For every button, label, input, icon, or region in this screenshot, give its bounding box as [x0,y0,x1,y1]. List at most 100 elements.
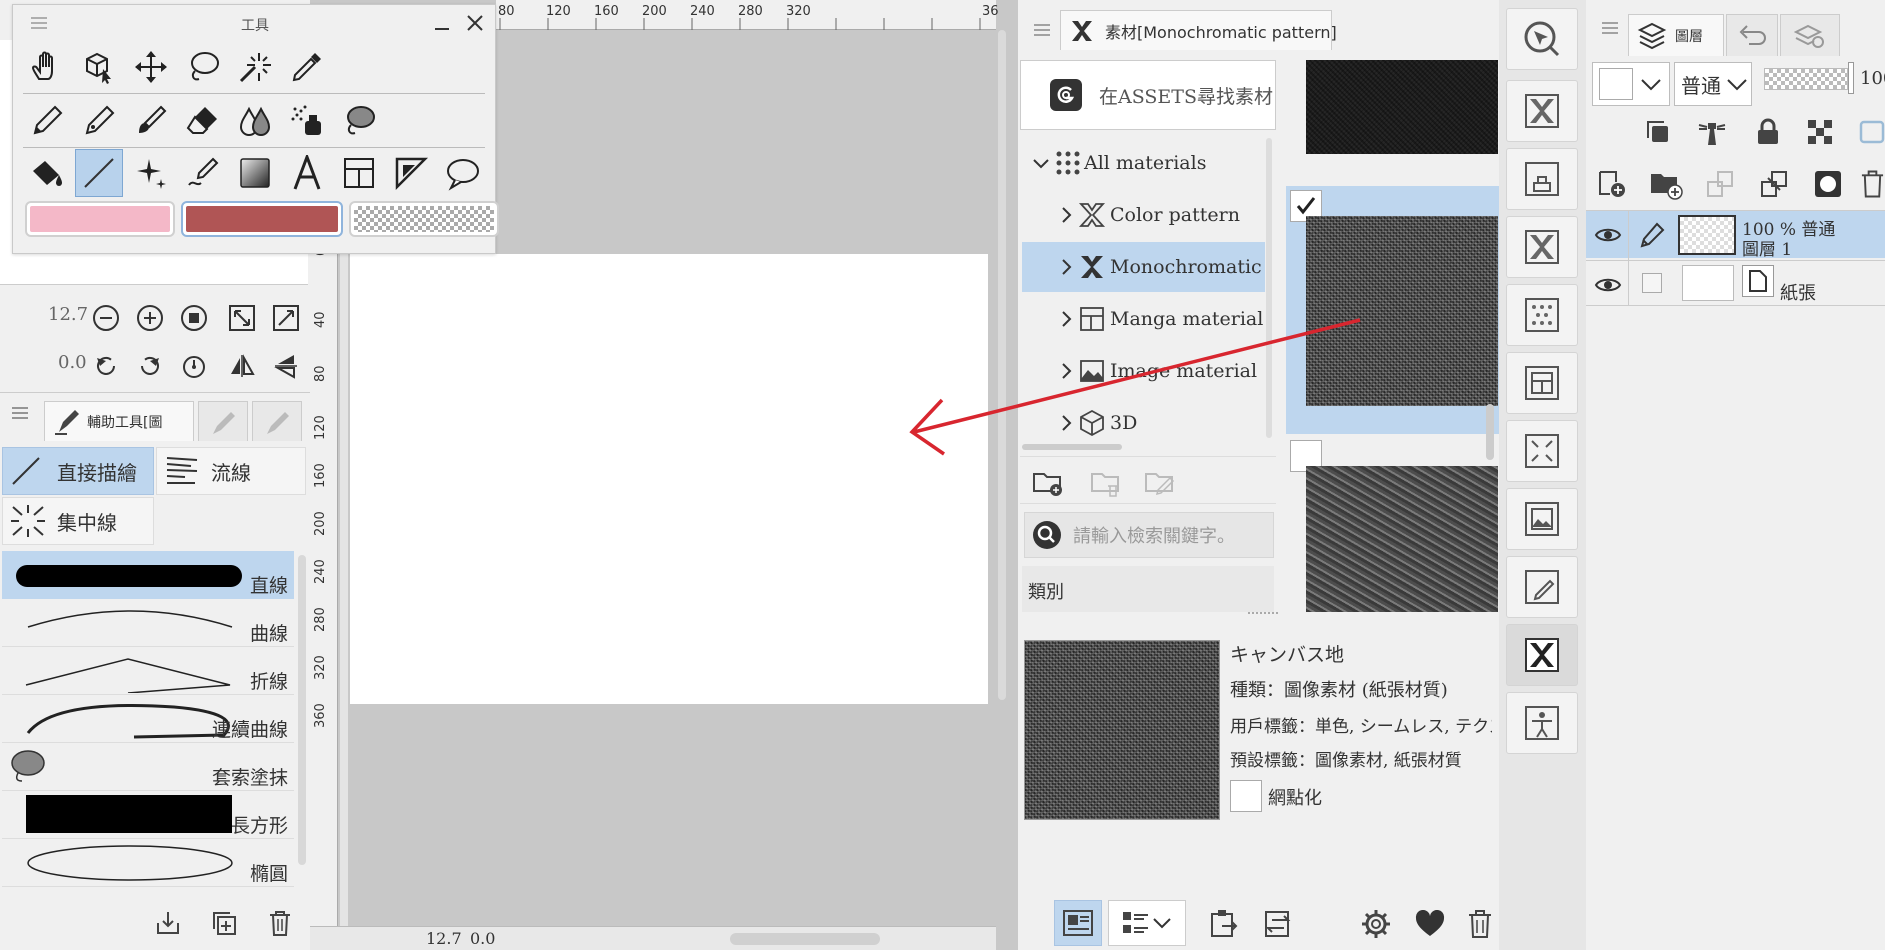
delete-folder-icon[interactable] [1088,465,1124,501]
frame-border-icon[interactable] [335,149,383,197]
eyedropper-icon[interactable] [283,43,331,91]
fit-navigator-icon[interactable] [226,302,258,334]
tree-item-image-material[interactable]: Image material [1022,346,1265,396]
splitter-handle[interactable] [1248,612,1278,618]
import-sub-tool-icon[interactable] [152,907,184,939]
material-thumbnail-1[interactable] [1306,60,1498,154]
group-streamline[interactable]: 流線 [156,447,306,495]
fit-window-icon[interactable] [270,302,302,334]
layer-row-1[interactable]: 100 % 普通 圖層 1 [1586,210,1885,260]
sub-tool-item-ellipse[interactable]: 橢圓 [2,839,294,887]
visibility-eye-icon[interactable] [1592,269,1624,301]
gradient-icon[interactable] [231,149,279,197]
rotate-left-icon[interactable] [90,350,122,382]
tree-horizontal-scrollbar[interactable] [1022,444,1122,450]
delete-material-icon[interactable] [1464,904,1496,944]
eraser-icon[interactable] [179,97,227,145]
main-color-swatch[interactable] [181,201,343,237]
sub-color-swatch[interactable] [25,201,175,237]
correct-line-icon[interactable] [179,149,227,197]
clipping-icon[interactable] [1854,114,1885,150]
combine-layer-icon[interactable] [1754,164,1794,204]
detail-view-icon[interactable] [1054,900,1102,946]
duplicate-sub-tool-icon[interactable] [208,907,240,939]
rename-folder-icon[interactable] [1142,465,1178,501]
layer-tab[interactable]: 圖層 [1628,14,1724,56]
sidebar-3d-material-icon[interactable] [1506,148,1578,210]
list-view-dropdown[interactable] [1108,900,1186,946]
layer-property-tab[interactable] [1780,14,1840,56]
close-icon[interactable] [465,13,485,33]
ruler-tool-icon[interactable] [387,149,435,197]
hand-tool-icon[interactable] [23,43,71,91]
tree-scrollbar[interactable] [1266,138,1272,438]
material-thumbnail-2-selected[interactable] [1286,186,1502,434]
fill-tool-icon[interactable] [23,149,71,197]
new-folder-layer-icon[interactable] [1646,164,1686,204]
horizontal-scrollbar[interactable] [730,933,880,945]
new-folder-icon[interactable] [1030,465,1066,501]
group-focus-lines[interactable]: 集中線 [2,497,154,545]
sidebar-tone-icon[interactable] [1506,284,1578,346]
layer-mask-icon[interactable] [1808,164,1848,204]
visibility-eye-icon[interactable] [1592,219,1624,251]
halftone-checkbox[interactable] [1230,780,1262,812]
object-tool-icon[interactable] [75,43,123,91]
panel-menu-icon[interactable] [1034,24,1050,36]
blend-tool-icon[interactable] [231,97,279,145]
favorite-heart-icon[interactable] [1410,904,1450,944]
layer-row-2[interactable]: 紙張 [1586,260,1885,306]
sidebar-color-pattern-icon[interactable] [1506,216,1578,278]
canvas-vertical-scrollbar[interactable] [998,30,1006,700]
reference-layer-icon[interactable] [1640,114,1676,150]
find-in-assets-button[interactable]: 在ASSETS尋找素材 [1020,60,1276,130]
tree-item-monochromatic-pattern[interactable]: Monochromatic pa [1022,242,1270,292]
zoom-out-icon[interactable] [90,302,122,334]
sub-tool-scrollbar[interactable] [298,555,306,865]
sub-tool-tab[interactable]: 輔助工具[圖 [44,401,194,441]
lock-transparency-icon[interactable] [1802,114,1838,150]
thumbnail-scrollbar[interactable] [1486,404,1494,460]
canvas-paper[interactable] [350,254,988,704]
new-raster-layer-icon[interactable] [1592,164,1632,204]
sub-tool-item-continuous-curve[interactable]: 連續曲線 [2,695,294,743]
tool-palette-titlebar[interactable]: 工具 [13,5,495,43]
move-tool-icon[interactable] [127,43,175,91]
tree-item-color-pattern[interactable]: Color pattern [1022,190,1265,240]
sidebar-manga-icon[interactable] [1506,352,1578,414]
opacity-slider-handle[interactable] [1848,62,1854,94]
decoration-icon[interactable] [335,97,383,145]
panel-menu-icon[interactable] [1602,22,1618,34]
flip-vertical-icon[interactable] [270,350,302,382]
sidebar-image-icon[interactable] [1506,488,1578,550]
opacity-slider[interactable] [1764,68,1848,90]
history-tab[interactable] [1726,14,1778,56]
sub-tool-item-rectangle[interactable]: 長方形 [2,791,294,839]
flip-horizontal-icon[interactable] [226,350,258,382]
sub-tool-item-curve[interactable]: 曲線 [2,599,294,647]
sidebar-effect-lines-icon[interactable] [1506,420,1578,482]
lasso-tool-icon[interactable] [179,43,227,91]
material-tab[interactable]: 素材[Monochromatic pattern] [1060,10,1337,50]
sub-tool-item-line[interactable]: 直線 [2,551,294,599]
minimize-icon[interactable] [433,15,451,33]
sub-tool-item-polyline[interactable]: 折線 [2,647,294,695]
actual-size-icon[interactable] [178,302,210,334]
panel-menu-icon[interactable] [31,17,47,29]
group-direct-draw[interactable]: 直接描繪 [2,447,154,495]
sidebar-material-pattern-icon[interactable] [1506,80,1578,142]
color-swatch-dropdown[interactable] [1592,62,1670,106]
replace-material-icon[interactable] [1258,904,1298,944]
reset-rotation-icon[interactable] [178,350,210,382]
pencil-icon[interactable] [75,97,123,145]
pen-icon[interactable] [23,97,71,145]
delete-sub-tool-icon[interactable] [264,907,296,939]
zoom-in-icon[interactable] [134,302,166,334]
delete-layer-icon[interactable] [1860,164,1885,204]
sub-tool-tab-2[interactable] [198,401,248,441]
balloon-tool-icon[interactable] [439,149,487,197]
sub-tool-tab-3[interactable] [252,401,302,441]
tree-item-all-materials[interactable]: All materials [1022,138,1265,188]
airbrush-icon[interactable] [283,97,331,145]
lighthouse-icon[interactable] [1694,114,1730,150]
